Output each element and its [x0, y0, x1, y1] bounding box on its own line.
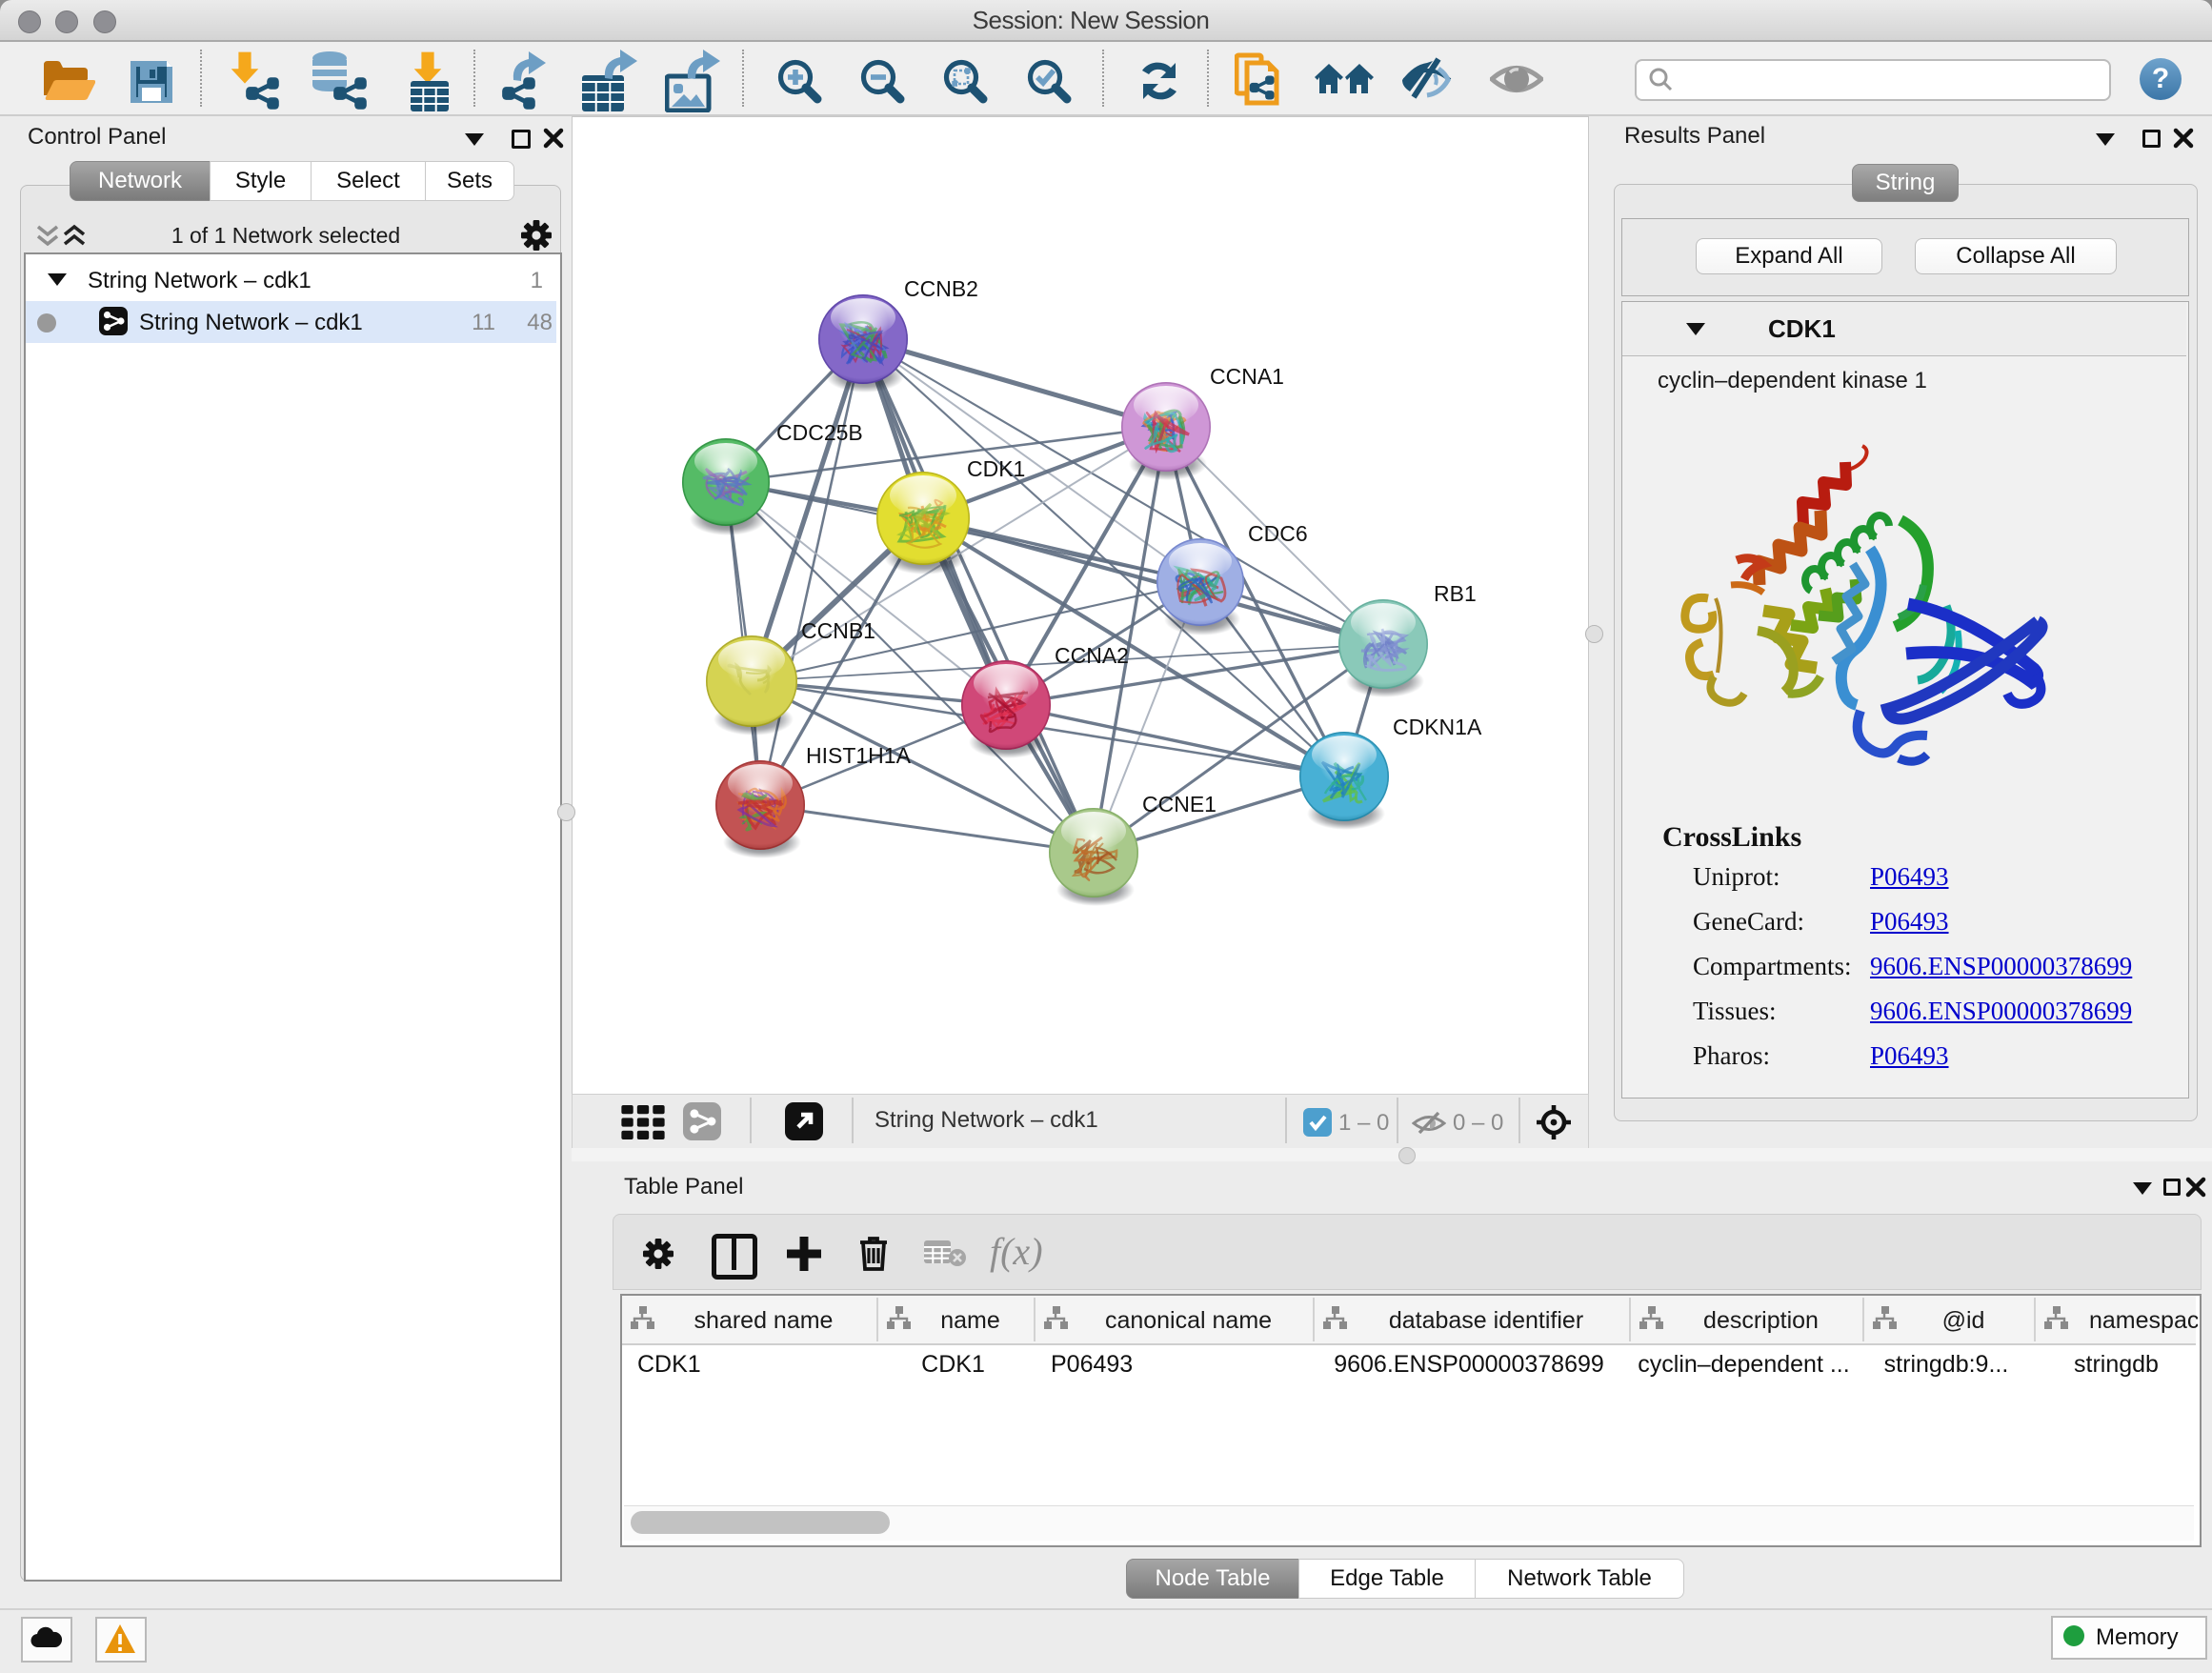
svg-text:CCNB1: CCNB1	[801, 618, 875, 643]
svg-text:CDC6: CDC6	[1248, 521, 1308, 546]
svg-text:CCNB2: CCNB2	[904, 276, 978, 301]
svg-text:CCNA1: CCNA1	[1210, 364, 1284, 389]
svg-text:CDC25B: CDC25B	[776, 420, 863, 445]
svg-text:CDKN1A: CDKN1A	[1393, 715, 1482, 739]
svg-text:RB1: RB1	[1434, 581, 1477, 606]
svg-text:CCNE1: CCNE1	[1142, 792, 1217, 816]
svg-text:CCNA2: CCNA2	[1055, 643, 1129, 668]
svg-text:CDK1: CDK1	[967, 456, 1025, 481]
svg-text:HIST1H1A: HIST1H1A	[806, 743, 912, 768]
